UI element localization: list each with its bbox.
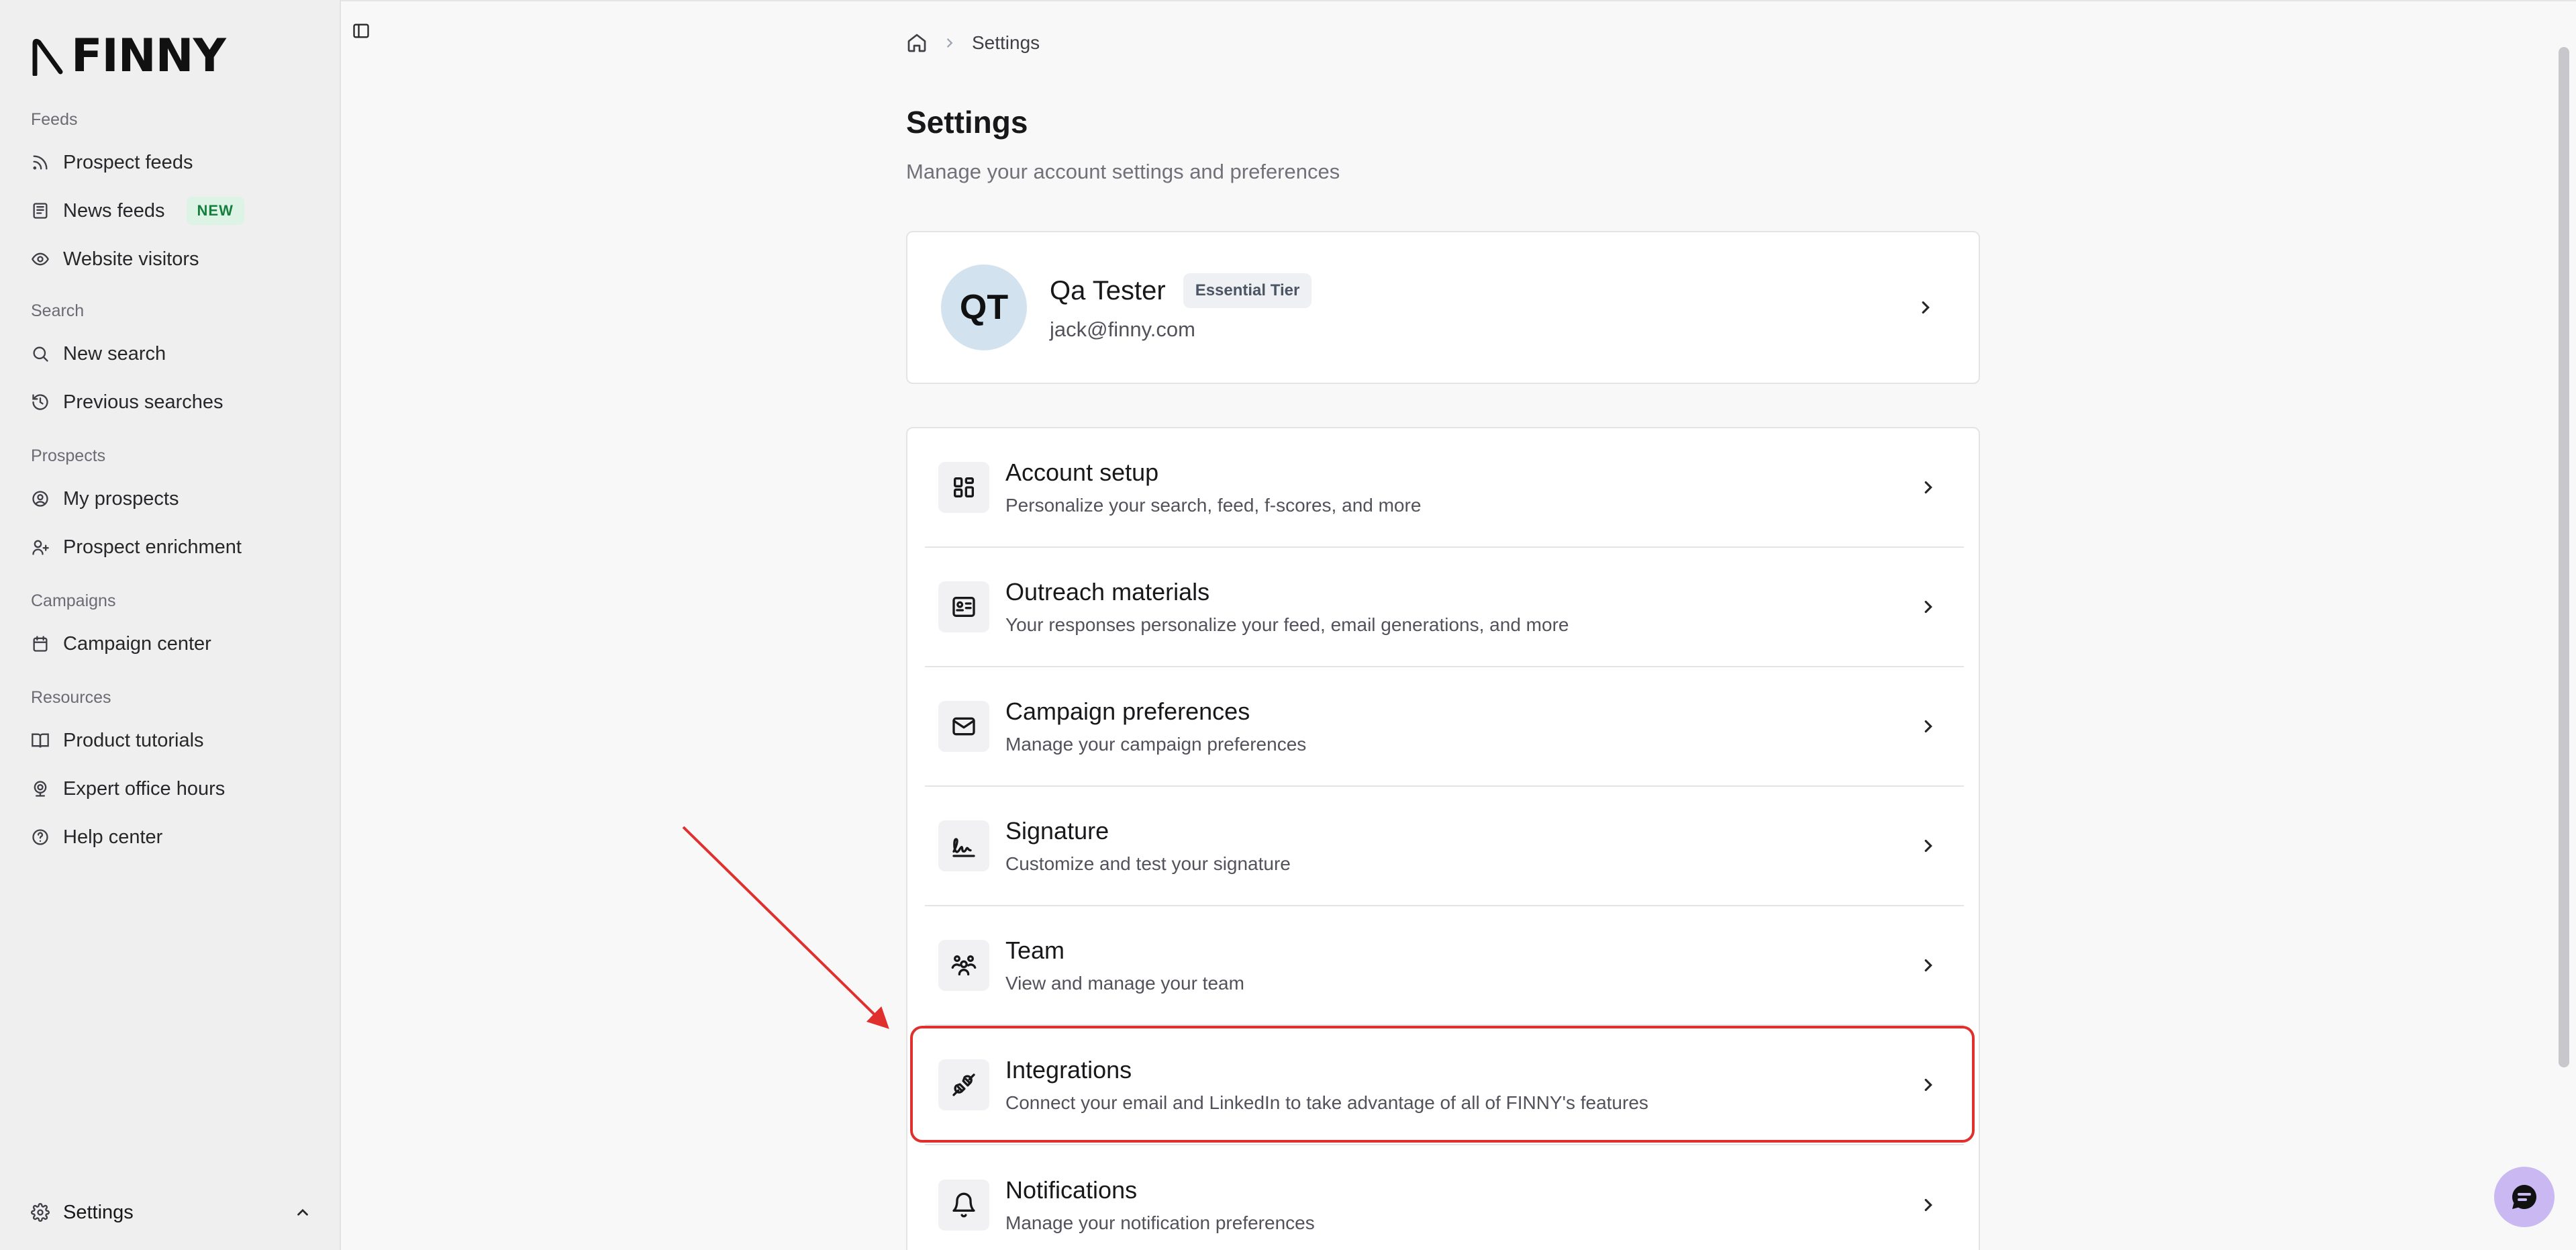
annotation-arrow [682,826,889,1029]
chat-icon [2512,1185,2536,1209]
chat-button[interactable] [2494,1167,2555,1227]
scrollbar[interactable] [2559,47,2569,1067]
